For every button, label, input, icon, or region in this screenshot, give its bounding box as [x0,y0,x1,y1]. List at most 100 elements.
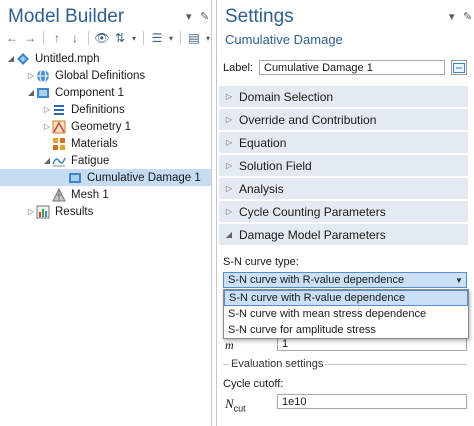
list-icon[interactable]: ☰ [149,30,165,46]
model-file-icon [16,52,30,66]
move-up-icon[interactable]: ↑ [49,30,65,46]
evaluation-settings-heading: Evaluation settings [231,358,324,370]
sn-curve-type-select[interactable]: S-N curve with R-value dependence ▼ [223,272,467,288]
label-row: Label: Cumulative Damage 1 [223,60,467,75]
settings-title: Settings [225,6,294,27]
list-dropdown-icon[interactable]: ▾ [167,30,175,46]
dropdown-option[interactable]: S-N curve with mean stress dependence [224,306,468,322]
collapsed-twisty-icon[interactable]: ▷ [26,207,36,216]
cumulative-damage-icon [68,171,82,185]
collapsed-twisty-icon[interactable]: ▷ [42,105,52,114]
section-cycle-counting-parameters[interactable]: ▷ Cycle Counting Parameters [219,201,468,222]
tree-item-component-1[interactable]: ◢ Component 1 [0,84,211,101]
rename-icon[interactable] [451,60,467,75]
forward-arrow-icon[interactable]: → [22,30,38,46]
model-builder-panel: Model Builder ▾ ✎ ← → ↑ ↓ 👁 ⇅ ▾ ☰ ▾ ▤ ▾ … [0,0,212,426]
pin-icon[interactable]: ✎ [463,10,472,23]
toolbar-separator [143,31,144,45]
settings-panel: Settings ▾ ✎ Cumulative Damage Label: Cu… [216,0,474,426]
tree-item-label: Mesh 1 [71,188,109,201]
collapsed-arrow-icon: ▷ [225,92,233,101]
section-solution-field[interactable]: ▷ Solution Field [219,155,468,176]
tree-item-label: Results [55,205,94,218]
tree-item-label: Materials [71,137,118,150]
n-cut-label: Ncut [225,396,246,414]
globe-icon [36,69,50,83]
m-parameter-label: m [225,338,234,352]
collapsed-twisty-icon[interactable]: ▷ [26,71,36,80]
geometry-icon [52,120,66,134]
divider [223,364,229,365]
toolbar-separator [43,31,44,45]
tree-item-label: Fatigue [71,154,110,167]
expand-icon[interactable]: ▤ [186,30,202,46]
toolbar-separator [88,31,89,45]
settings-subtitle: Cumulative Damage [225,32,343,47]
dropdown-option[interactable]: S-N curve for amplitude stress [224,322,468,338]
collapsed-twisty-icon[interactable]: ▷ [42,122,52,131]
section-domain-selection[interactable]: ▷ Domain Selection [219,86,468,107]
sn-curve-selected-value: S-N curve with R-value dependence [228,274,405,286]
tree-item-geometry-1[interactable]: ▷ Geometry 1 [0,118,211,135]
expanded-twisty-icon[interactable]: ◢ [26,88,36,97]
tree-item-mesh-1[interactable]: Mesh 1 [0,186,211,203]
mesh-icon [52,187,66,202]
sn-curve-type-label: S-N curve type: [223,256,299,268]
component-icon [36,86,50,100]
tree-item-label: Definitions [71,103,125,116]
section-override-and-contribution[interactable]: ▷ Override and Contribution [219,109,468,130]
move-down-icon[interactable]: ↓ [67,30,83,46]
section-label: Domain Selection [239,89,334,104]
tree-item-fatigue[interactable]: ◢ Fatigue [0,152,211,169]
label-caption: Label: [223,61,253,74]
toolbar-separator [180,31,181,45]
n-symbol: N [225,396,234,411]
expanded-arrow-icon: ◢ [225,230,233,239]
tree-item-label: Cumulative Damage 1 [87,171,201,184]
materials-icon [52,137,66,151]
chevron-down-icon[interactable]: ▼ [452,276,466,285]
sn-curve-type-dropdown: S-N curve with R-value dependence S-N cu… [223,289,469,339]
collapsed-arrow-icon: ▷ [225,115,233,124]
results-icon [36,205,50,219]
section-analysis[interactable]: ▷ Analysis [219,178,468,199]
collapsed-arrow-icon: ▷ [225,184,233,193]
m-parameter-value: 1 [282,337,289,350]
tree-item-label: Component 1 [55,86,125,99]
tree-item-definitions[interactable]: ▷ Definitions [0,101,211,118]
sort-dropdown-icon[interactable]: ▾ [130,30,138,46]
tree-item-cumulative-damage-1[interactable]: Cumulative Damage 1 [0,169,211,186]
expanded-twisty-icon[interactable]: ◢ [42,156,52,165]
expand-dropdown-icon[interactable]: ▾ [204,30,212,46]
tree-item-materials[interactable]: Materials [0,135,211,152]
tree-item-results[interactable]: ▷ Results [0,203,211,220]
tree-item-global-definitions[interactable]: ▷ Global Definitions [0,67,211,84]
panel-menu-icon[interactable]: ▾ [449,10,455,23]
section-label: Damage Model Parameters [239,227,386,242]
n-cut-input[interactable]: 1e10 [277,394,467,409]
fatigue-icon [52,154,66,168]
pin-icon[interactable]: ✎ [200,10,209,23]
label-input-value: Cumulative Damage 1 [264,61,373,74]
section-label: Override and Contribution [239,112,377,127]
n-subscript: cut [233,403,246,414]
tree-item-untitled[interactable]: ◢ Untitled.mph [0,50,211,67]
section-label: Cycle Counting Parameters [239,204,386,219]
expanded-twisty-icon[interactable]: ◢ [6,54,16,63]
section-label: Equation [239,135,287,150]
model-builder-toolbar: ← → ↑ ↓ 👁 ⇅ ▾ ☰ ▾ ▤ ▾ [4,30,212,46]
tree-item-label: Global Definitions [55,69,146,82]
section-damage-model-parameters[interactable]: ◢ Damage Model Parameters [219,224,468,245]
cycle-cutoff-label: Cycle cutoff: [223,378,284,390]
sort-icon[interactable]: ⇅ [112,30,128,46]
divider [325,364,467,365]
panel-menu-icon[interactable]: ▾ [186,10,192,23]
label-input[interactable]: Cumulative Damage 1 [259,60,445,75]
tree-item-label: Untitled.mph [35,52,100,65]
show-icon[interactable]: 👁 [94,30,110,46]
back-arrow-icon[interactable]: ← [4,30,20,46]
section-label: Analysis [239,181,284,196]
collapsed-arrow-icon: ▷ [225,207,233,216]
section-equation[interactable]: ▷ Equation [219,132,468,153]
dropdown-option[interactable]: S-N curve with R-value dependence [224,290,468,306]
